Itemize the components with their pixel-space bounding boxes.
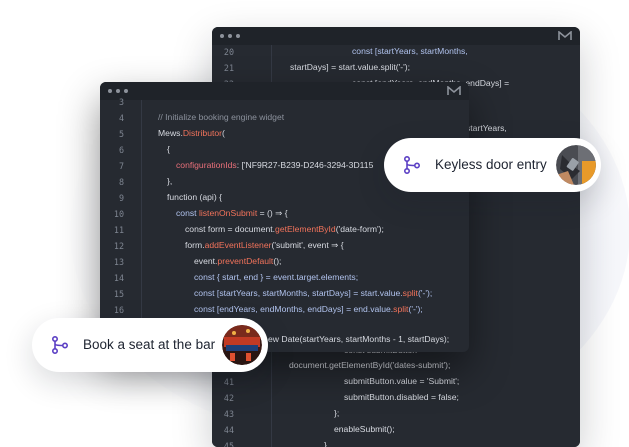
code-token: ('-'); <box>408 304 423 314</box>
code-token: const <box>176 208 199 218</box>
code-token: form. <box>185 240 205 250</box>
branch-icon <box>404 156 421 174</box>
bar-photo <box>222 325 262 365</box>
line-number: 45 <box>223 441 234 447</box>
line-number: 44 <box>223 425 234 435</box>
window-titlebar <box>100 82 469 100</box>
code-line: startYears, <box>466 123 507 133</box>
code-comment: // Initialize booking engine widget <box>158 112 285 122</box>
code-token: (); <box>273 256 282 266</box>
book-a-seat-label: Book a seat at the bar <box>83 337 216 352</box>
code-token: const form = document. <box>185 224 276 234</box>
code-token: ('submit', event ⇒ { <box>271 240 344 250</box>
code-token: Distributor <box>182 128 223 138</box>
code-line: const [startYears, startMonths, <box>352 46 468 56</box>
mews-logo-icon <box>558 31 572 40</box>
line-number: 15 <box>113 289 124 299</box>
line-number: 4 <box>118 113 124 123</box>
code-token: split <box>402 288 418 298</box>
line-number: 10 <box>113 209 124 219</box>
line-number: 8 <box>118 177 124 187</box>
line-number: 3 <box>118 97 124 107</box>
line-number: 12 <box>113 241 124 251</box>
line-number: 9 <box>118 193 124 203</box>
code-line: } <box>324 440 327 447</box>
mews-logo-icon <box>447 86 461 95</box>
code-line: }; <box>334 408 340 418</box>
line-number: 13 <box>113 257 124 267</box>
line-number: 16 <box>113 305 124 315</box>
code-line: enableSubmit(); <box>334 424 395 434</box>
code-line: ew Date(startYears, startMonths - 1, sta… <box>268 334 450 344</box>
window-dot <box>124 89 128 93</box>
code-line: }, <box>167 176 173 186</box>
code-editor-window-front: 3 4 5 6 7 8 9 10 11 12 13 14 15 16 // In… <box>100 82 469 352</box>
code-token: addEventListener <box>204 240 272 250</box>
code-token: configurationIds <box>176 160 237 170</box>
branch-icon <box>52 336 69 354</box>
window-dot <box>116 89 120 93</box>
code-line: event.preventDefault(); <box>194 256 281 266</box>
line-number: 21 <box>223 63 234 73</box>
code-line: document.getElementById('dates-submit'); <box>289 360 451 370</box>
window-dot <box>228 34 232 38</box>
code-line: configurationIds: ['NF9R27-B239-D246-329… <box>176 160 373 170</box>
line-number: 41 <box>223 377 234 387</box>
line-number: 7 <box>118 161 124 171</box>
line-number: 6 <box>118 145 124 155</box>
line-number: 5 <box>118 129 124 139</box>
code-line: function (api) { <box>167 192 222 202</box>
window-dot <box>236 34 240 38</box>
code-token: = () ⇒ { <box>257 208 288 218</box>
code-token: ( <box>222 128 225 138</box>
code-token: listenOnSubmit <box>198 208 258 218</box>
code-line: const [startYears, startMonths, startDay… <box>194 288 432 298</box>
line-number: 42 <box>223 393 234 403</box>
code-line: { <box>167 144 170 154</box>
code-line: const { start, end } = event.target.elem… <box>194 272 359 282</box>
book-a-seat-card[interactable]: Book a seat at the bar <box>32 318 268 372</box>
window-titlebar <box>212 27 580 45</box>
code-token: const [endYears, endMonths, endDays] = e… <box>194 304 394 314</box>
code-token: preventDefault <box>217 256 274 266</box>
code-line: const form = document.getElementById('da… <box>185 224 384 234</box>
window-dot <box>220 34 224 38</box>
code-line: form.addEventListener('submit', event ⇒ … <box>185 240 344 251</box>
code-token: Mews. <box>158 128 183 138</box>
code-token: : ['NF9R27-B239-D246-3294-3D115 <box>236 160 374 170</box>
code-token: ('date-form'); <box>335 224 384 234</box>
code-line: const [endYears, endMonths, endDays] = e… <box>194 304 423 314</box>
code-token: ('-'); <box>417 288 433 298</box>
line-number: 11 <box>113 225 124 235</box>
code-token: const [startYears, startMonths, startDay… <box>194 288 403 298</box>
code-line: Mews.Distributor( <box>158 128 225 138</box>
code-line: submitButton.value = 'Submit'; <box>344 376 460 386</box>
window-dot <box>108 89 112 93</box>
code-line: submitButton.disabled = false; <box>344 392 459 402</box>
line-number: 14 <box>113 273 124 283</box>
code-token: getElementById <box>275 224 336 234</box>
code-line: const listenOnSubmit = () ⇒ { <box>176 208 288 219</box>
line-number: 20 <box>223 47 234 57</box>
line-number: 43 <box>223 409 234 419</box>
code-token: split <box>393 304 409 314</box>
keyless-door-entry-label: Keyless door entry <box>435 157 547 172</box>
code-token: event. <box>194 256 218 266</box>
code-line: startDays] = start.value.split('-'); <box>290 62 411 72</box>
keyless-door-photo <box>556 145 596 185</box>
keyless-door-entry-card[interactable]: Keyless door entry <box>384 138 601 192</box>
